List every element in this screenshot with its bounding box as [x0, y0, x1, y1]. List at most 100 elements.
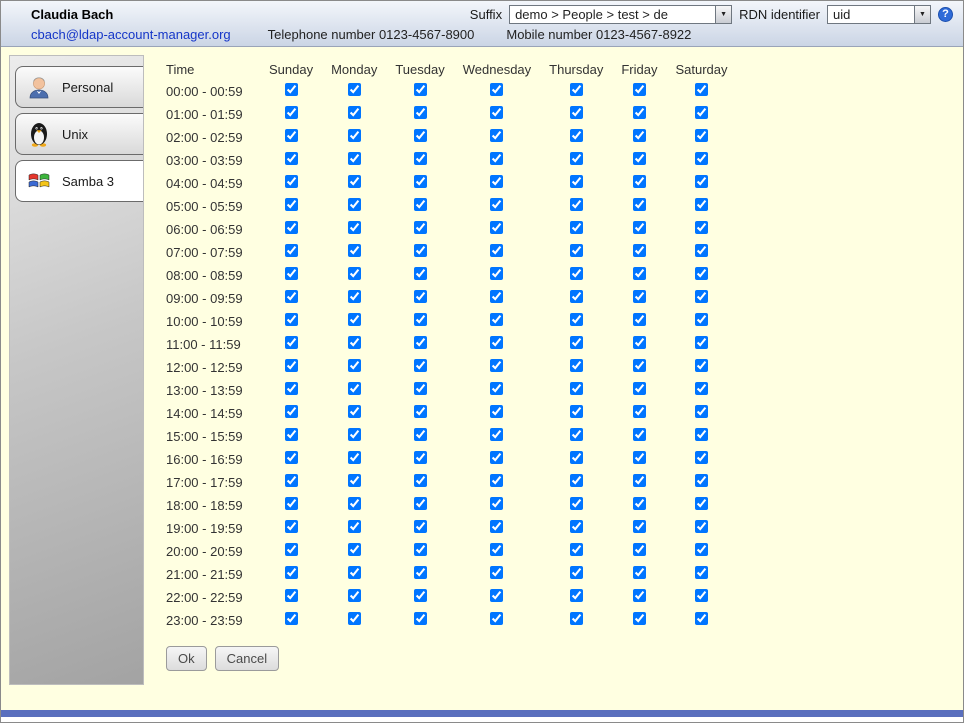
hour-checkbox[interactable] — [285, 382, 298, 395]
hour-checkbox[interactable] — [570, 83, 583, 96]
hour-checkbox[interactable] — [414, 612, 427, 625]
suffix-dropdown[interactable]: demo > People > test > de ▼ — [509, 5, 732, 24]
hour-checkbox[interactable] — [490, 175, 503, 188]
hour-checkbox[interactable] — [490, 244, 503, 257]
hour-checkbox[interactable] — [348, 612, 361, 625]
hour-checkbox[interactable] — [695, 405, 708, 418]
hour-checkbox[interactable] — [570, 106, 583, 119]
hour-checkbox[interactable] — [570, 589, 583, 602]
hour-checkbox[interactable] — [348, 175, 361, 188]
hour-checkbox[interactable] — [633, 497, 646, 510]
hour-checkbox[interactable] — [490, 497, 503, 510]
hour-checkbox[interactable] — [348, 405, 361, 418]
hour-checkbox[interactable] — [695, 612, 708, 625]
hour-checkbox[interactable] — [348, 497, 361, 510]
hour-checkbox[interactable] — [348, 221, 361, 234]
hour-checkbox[interactable] — [285, 543, 298, 556]
hour-checkbox[interactable] — [633, 198, 646, 211]
hour-checkbox[interactable] — [570, 359, 583, 372]
hour-checkbox[interactable] — [570, 566, 583, 579]
hour-checkbox[interactable] — [633, 313, 646, 326]
hour-checkbox[interactable] — [695, 589, 708, 602]
hour-checkbox[interactable] — [348, 244, 361, 257]
hour-checkbox[interactable] — [633, 543, 646, 556]
hour-checkbox[interactable] — [285, 428, 298, 441]
hour-checkbox[interactable] — [633, 566, 646, 579]
hour-checkbox[interactable] — [285, 129, 298, 142]
hour-checkbox[interactable] — [348, 198, 361, 211]
hour-checkbox[interactable] — [633, 520, 646, 533]
hour-checkbox[interactable] — [348, 359, 361, 372]
hour-checkbox[interactable] — [633, 106, 646, 119]
hour-checkbox[interactable] — [285, 589, 298, 602]
hour-checkbox[interactable] — [695, 520, 708, 533]
hour-checkbox[interactable] — [695, 382, 708, 395]
hour-checkbox[interactable] — [570, 198, 583, 211]
hour-checkbox[interactable] — [490, 405, 503, 418]
hour-checkbox[interactable] — [285, 497, 298, 510]
hour-checkbox[interactable] — [695, 198, 708, 211]
hour-checkbox[interactable] — [695, 290, 708, 303]
tab-unix[interactable]: Unix — [15, 113, 143, 155]
hour-checkbox[interactable] — [490, 152, 503, 165]
hour-checkbox[interactable] — [695, 267, 708, 280]
tab-samba3[interactable]: Samba 3 — [15, 160, 143, 202]
hour-checkbox[interactable] — [414, 359, 427, 372]
hour-checkbox[interactable] — [285, 336, 298, 349]
hour-checkbox[interactable] — [414, 497, 427, 510]
hour-checkbox[interactable] — [414, 152, 427, 165]
chevron-down-icon[interactable]: ▼ — [715, 6, 731, 23]
help-icon[interactable]: ? — [938, 7, 953, 22]
hour-checkbox[interactable] — [285, 290, 298, 303]
hour-checkbox[interactable] — [348, 589, 361, 602]
hour-checkbox[interactable] — [414, 405, 427, 418]
hour-checkbox[interactable] — [285, 267, 298, 280]
hour-checkbox[interactable] — [414, 474, 427, 487]
hour-checkbox[interactable] — [695, 129, 708, 142]
hour-checkbox[interactable] — [633, 612, 646, 625]
hour-checkbox[interactable] — [490, 428, 503, 441]
hour-checkbox[interactable] — [348, 106, 361, 119]
hour-checkbox[interactable] — [570, 451, 583, 464]
hour-checkbox[interactable] — [490, 83, 503, 96]
hour-checkbox[interactable] — [695, 221, 708, 234]
hour-checkbox[interactable] — [570, 290, 583, 303]
hour-checkbox[interactable] — [414, 267, 427, 280]
hour-checkbox[interactable] — [348, 451, 361, 464]
hour-checkbox[interactable] — [490, 359, 503, 372]
hour-checkbox[interactable] — [570, 382, 583, 395]
hour-checkbox[interactable] — [490, 336, 503, 349]
hour-checkbox[interactable] — [633, 474, 646, 487]
hour-checkbox[interactable] — [695, 497, 708, 510]
hour-checkbox[interactable] — [633, 175, 646, 188]
hour-checkbox[interactable] — [633, 428, 646, 441]
hour-checkbox[interactable] — [490, 474, 503, 487]
hour-checkbox[interactable] — [414, 543, 427, 556]
hour-checkbox[interactable] — [348, 543, 361, 556]
hour-checkbox[interactable] — [695, 428, 708, 441]
hour-checkbox[interactable] — [414, 175, 427, 188]
hour-checkbox[interactable] — [414, 290, 427, 303]
hour-checkbox[interactable] — [570, 267, 583, 280]
hour-checkbox[interactable] — [570, 129, 583, 142]
hour-checkbox[interactable] — [633, 290, 646, 303]
hour-checkbox[interactable] — [695, 359, 708, 372]
hour-checkbox[interactable] — [490, 106, 503, 119]
hour-checkbox[interactable] — [285, 474, 298, 487]
hour-checkbox[interactable] — [285, 221, 298, 234]
hour-checkbox[interactable] — [695, 451, 708, 464]
hour-checkbox[interactable] — [570, 612, 583, 625]
hour-checkbox[interactable] — [414, 313, 427, 326]
hour-checkbox[interactable] — [285, 405, 298, 418]
hour-checkbox[interactable] — [570, 428, 583, 441]
hour-checkbox[interactable] — [490, 543, 503, 556]
hour-checkbox[interactable] — [570, 336, 583, 349]
hour-checkbox[interactable] — [633, 129, 646, 142]
hour-checkbox[interactable] — [633, 244, 646, 257]
chevron-down-icon[interactable]: ▼ — [914, 6, 930, 23]
hour-checkbox[interactable] — [285, 244, 298, 257]
hour-checkbox[interactable] — [348, 152, 361, 165]
hour-checkbox[interactable] — [414, 589, 427, 602]
hour-checkbox[interactable] — [570, 405, 583, 418]
hour-checkbox[interactable] — [570, 152, 583, 165]
